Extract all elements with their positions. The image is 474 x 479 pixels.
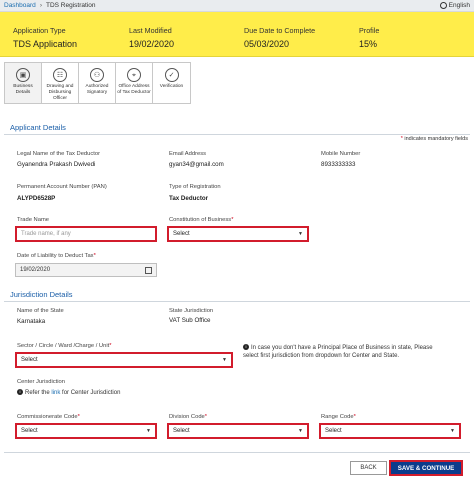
- range-select[interactable]: Select ▼: [319, 423, 461, 439]
- back-button[interactable]: BACK: [350, 461, 387, 475]
- breadcrumb-separator: ›: [39, 2, 42, 9]
- chevron-down-icon: ▼: [146, 428, 151, 434]
- center-jurisdiction-label: Center Jurisdiction: [17, 379, 66, 385]
- division-label: Division Code*: [169, 414, 208, 420]
- constitution-label: Constitution of Business*: [169, 217, 234, 223]
- jurisdiction-details-heading: Jurisdiction Details: [10, 290, 73, 299]
- sector-label: Sector / Circle / Ward /Charge / Unit*: [17, 343, 112, 349]
- jurisdiction-info: i In case you don't have a Principal Plac…: [243, 344, 433, 359]
- globe-icon: [439, 2, 447, 9]
- liability-date-label: Date of Liability to Deduct Tax*: [17, 253, 96, 259]
- mobile-value: 8933333333: [321, 161, 356, 168]
- registration-steps: ▣ Business Details ☷ Drawing and Disbursin…: [4, 62, 191, 104]
- application-summary-banner: Application Type TDS Application Last Mo…: [0, 12, 474, 57]
- commissionerate-select[interactable]: Select ▼: [15, 423, 157, 439]
- mobile-label: Mobile Number: [321, 151, 361, 157]
- constitution-select[interactable]: Select ▼: [167, 226, 309, 242]
- calendar-icon[interactable]: [145, 266, 152, 274]
- state-label: Name of the State: [17, 308, 64, 314]
- legal-name-value: Gyanendra Prakash Dwivedi: [17, 161, 96, 168]
- applicant-details-heading: Applicant Details: [10, 123, 66, 132]
- state-jurisdiction-value: VAT Sub Office: [169, 317, 211, 324]
- legal-name-label: Legal Name of the Tax Deductor: [17, 151, 101, 157]
- constitution-value: Select: [173, 231, 190, 237]
- trade-name-label: Trade Name: [17, 217, 50, 223]
- save-continue-button[interactable]: SAVE & CONTINUE: [389, 460, 463, 476]
- language-label: English: [448, 2, 470, 9]
- mandatory-note: * indicates mandatory fields: [400, 136, 468, 142]
- email-label: Email Address: [169, 151, 207, 157]
- email-value: gyan34@gmail.com: [169, 161, 224, 168]
- division-select[interactable]: Select ▼: [167, 423, 309, 439]
- summary-due-date: Due Date to Complete 05/03/2020: [244, 26, 316, 49]
- range-value: Select: [325, 428, 342, 434]
- breadcrumb-dashboard[interactable]: Dashboard: [4, 2, 36, 9]
- registration-type-value: Tax Deductor: [169, 195, 209, 202]
- tab-business-details[interactable]: ▣ Business Details: [5, 63, 42, 103]
- summary-last-modified: Last Modified 19/02/2020: [129, 26, 175, 49]
- summary-profile: Profile 15%: [359, 26, 380, 49]
- tab-drawing-disbursing-officer[interactable]: ☷ Drawing and Disbursing Officer: [42, 63, 79, 103]
- info-icon: i: [243, 344, 249, 351]
- top-bar: Dashboard › TDS Registration English: [0, 0, 474, 12]
- info-icon: i: [17, 389, 23, 396]
- commissionerate-value: Select: [21, 428, 38, 434]
- chevron-down-icon: ▼: [298, 428, 303, 434]
- summary-application-type: Application Type TDS Application: [13, 26, 78, 49]
- registration-type-label: Type of Registration: [169, 184, 221, 190]
- pan-value: ALYPD6528P: [17, 195, 56, 202]
- breadcrumb-current: TDS Registration: [45, 2, 96, 9]
- liability-date-input[interactable]: 19/02/2020: [15, 263, 157, 277]
- range-label: Range Code*: [321, 414, 356, 420]
- division-value: Select: [173, 428, 190, 434]
- briefcase-icon: ▣: [16, 68, 30, 82]
- sector-value: Select: [21, 357, 38, 363]
- center-jurisdiction-link[interactable]: link: [51, 390, 60, 396]
- tab-office-address[interactable]: ⌖ Office Address of Tax Deductor: [116, 63, 153, 103]
- tab-verification[interactable]: ✓ Verification: [153, 63, 190, 103]
- liability-date-value: 19/02/2020: [20, 267, 51, 273]
- map-marker-icon: ⌖: [127, 68, 141, 82]
- check-icon: ✓: [164, 68, 179, 82]
- state-jurisdiction-label: State Jurisdiction: [169, 308, 214, 314]
- language-selector[interactable]: English: [439, 2, 470, 9]
- sector-select[interactable]: Select ▼: [15, 352, 233, 368]
- center-jurisdiction-reference: i Refer the link for Center Jurisdiction: [17, 389, 120, 397]
- chevron-down-icon: ▼: [222, 357, 227, 363]
- trade-name-input[interactable]: Trade name, if any: [15, 226, 157, 242]
- state-value: Karnataka: [17, 318, 46, 325]
- chevron-down-icon: ▼: [450, 428, 455, 434]
- commissionerate-label: Commissionerate Code*: [17, 414, 80, 420]
- officer-icon: ☷: [53, 68, 67, 82]
- divider: [4, 134, 470, 135]
- tab-authorized-signatory[interactable]: ⚇ Authorized Signatory: [79, 63, 116, 103]
- trade-name-placeholder: Trade name, if any: [21, 231, 71, 237]
- signatory-icon: ⚇: [90, 68, 104, 82]
- chevron-down-icon: ▼: [298, 231, 303, 237]
- divider: [4, 301, 470, 302]
- divider: [4, 452, 470, 453]
- pan-label: Permanent Account Number (PAN): [17, 184, 107, 190]
